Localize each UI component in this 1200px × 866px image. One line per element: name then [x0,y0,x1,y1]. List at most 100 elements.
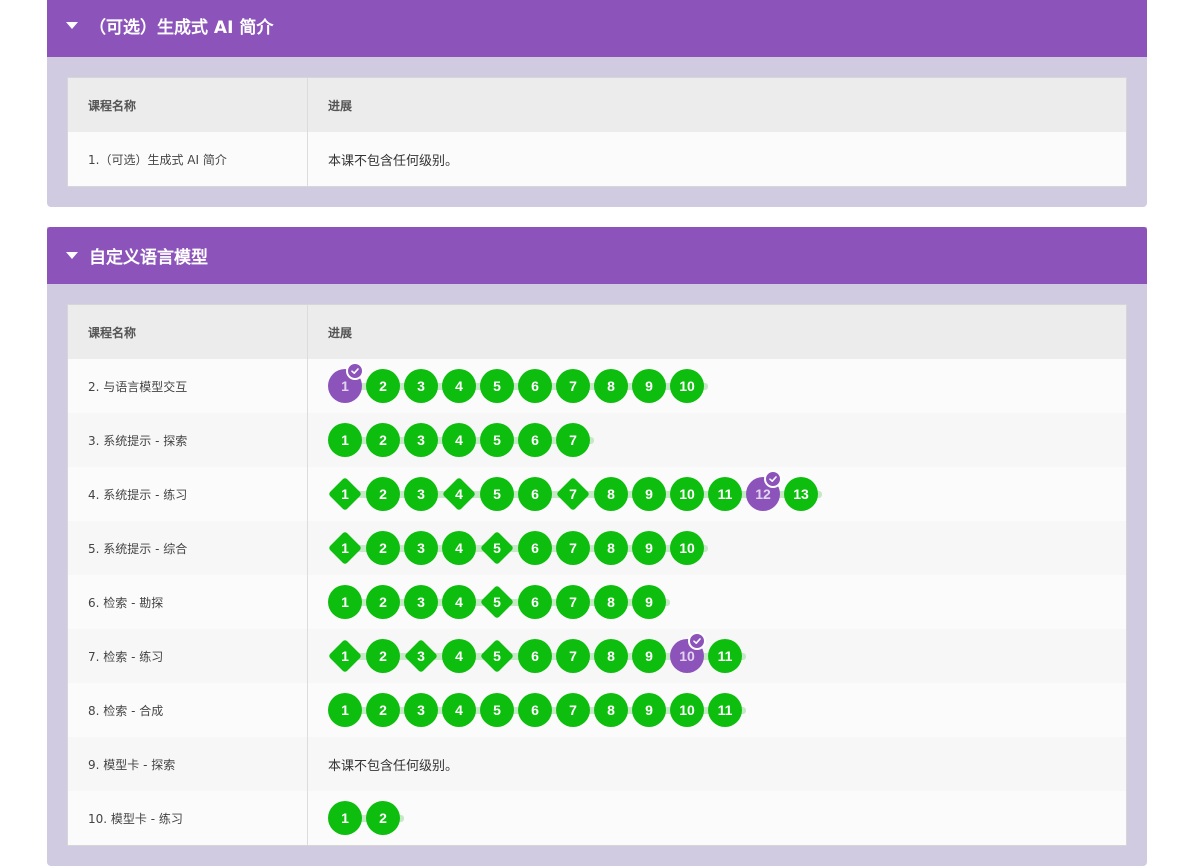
level-bubble[interactable]: 5 [480,693,514,727]
level-bubble[interactable]: 5 [480,639,514,673]
level-bubble-current[interactable]: 12 [746,470,782,511]
level-bubble[interactable]: 3 [404,693,438,727]
level-bubble[interactable]: 3 [404,369,438,403]
lesson-name[interactable]: 7. 检索 - 练习 [68,629,308,683]
check-icon [688,632,706,650]
level-bubble[interactable]: 1 [328,801,362,835]
level-bubble[interactable]: 3 [404,639,438,673]
level-bubble[interactable]: 5 [480,423,514,457]
level-bubble[interactable]: 2 [366,531,400,565]
level-bubble[interactable]: 6 [518,531,552,565]
level-bubble[interactable]: 8 [594,477,628,511]
level-bubble[interactable]: 4 [442,693,476,727]
level-bubble[interactable]: 10 [670,693,704,727]
level-bubble[interactable]: 8 [594,585,628,619]
caret-down-icon[interactable] [66,252,78,259]
unit-header[interactable]: 自定义语言模型 [47,227,1147,284]
level-number: 9 [645,648,653,664]
progress-bubbles: 1 2 3 4 5 6 7 8 9 10 11 [328,632,746,674]
level-bubble[interactable]: 10 [670,531,704,565]
level-bubble[interactable]: 2 [366,585,400,619]
level-bubble[interactable]: 1 [328,423,362,457]
level-bubble[interactable]: 8 [594,369,628,403]
lesson-name[interactable]: 2. 与语言模型交互 [68,359,308,413]
lesson-name[interactable]: 10. 模型卡 - 练习 [68,791,308,845]
level-bubble[interactable]: 6 [518,585,552,619]
level-bubble[interactable]: 11 [708,639,742,673]
table-row: 3. 系统提示 - 探索 1 2 3 4 5 6 7 [68,413,1126,467]
level-bubble[interactable]: 9 [632,369,666,403]
level-bubble[interactable]: 4 [442,639,476,673]
level-bubble[interactable]: 1 [328,639,362,673]
level-bubble[interactable]: 1 [328,531,362,565]
level-number: 5 [493,378,501,394]
level-bubble[interactable]: 3 [404,477,438,511]
level-bubble[interactable]: 7 [556,693,590,727]
level-bubble[interactable]: 9 [632,693,666,727]
level-bubble[interactable]: 4 [442,423,476,457]
level-bubble[interactable]: 7 [556,531,590,565]
level-bubble[interactable]: 5 [480,369,514,403]
level-bubble[interactable]: 3 [404,585,438,619]
level-bubble[interactable]: 2 [366,423,400,457]
level-bubble[interactable]: 4 [442,585,476,619]
level-bubble[interactable]: 1 [328,693,362,727]
level-bubble[interactable]: 7 [556,369,590,403]
table-row: 8. 检索 - 合成 1 2 3 4 5 6 7 8 9 10 11 [68,683,1126,737]
level-bubble[interactable]: 7 [556,639,590,673]
level-bubble[interactable]: 2 [366,693,400,727]
level-bubble[interactable]: 7 [556,423,590,457]
lesson-progress: 1 2 3 4 5 6 7 8 9 [308,575,1126,629]
level-bubble[interactable]: 9 [632,639,666,673]
level-bubble[interactable]: 4 [442,477,476,511]
level-bubble[interactable]: 9 [632,585,666,619]
level-number: 6 [531,432,539,448]
lesson-name[interactable]: 9. 模型卡 - 探索 [68,737,308,791]
level-bubble[interactable]: 6 [518,639,552,673]
progress-bubbles: 1 2 3 4 5 6 7 8 9 10 [328,530,708,566]
level-bubble[interactable]: 5 [480,585,514,619]
level-bubble[interactable]: 11 [708,693,742,727]
level-bubble[interactable]: 2 [366,369,400,403]
level-bubble[interactable]: 6 [518,693,552,727]
lesson-name[interactable]: 3. 系统提示 - 探索 [68,413,308,467]
level-bubble[interactable]: 1 [328,585,362,619]
level-bubble-current[interactable]: 10 [670,632,706,673]
level-bubble[interactable]: 8 [594,693,628,727]
level-bubble[interactable]: 6 [518,477,552,511]
level-bubble[interactable]: 3 [404,531,438,565]
level-bubble[interactable]: 8 [594,531,628,565]
level-number: 7 [569,702,577,718]
level-bubble[interactable]: 5 [480,477,514,511]
level-bubble[interactable]: 10 [670,477,704,511]
level-number: 6 [531,702,539,718]
level-bubble[interactable]: 9 [632,531,666,565]
lesson-name[interactable]: 8. 检索 - 合成 [68,683,308,737]
level-bubble[interactable]: 1 [328,477,362,511]
level-bubble[interactable]: 8 [594,639,628,673]
lesson-name[interactable]: 1.（可选）生成式 AI 简介 [68,132,308,186]
level-bubble[interactable]: 6 [518,369,552,403]
level-bubble[interactable]: 11 [708,477,742,511]
lesson-name[interactable]: 5. 系统提示 - 综合 [68,521,308,575]
caret-down-icon[interactable] [66,22,78,29]
level-bubble[interactable]: 10 [670,369,704,403]
level-bubble[interactable]: 2 [366,477,400,511]
level-bubble[interactable]: 9 [632,477,666,511]
level-bubble[interactable]: 6 [518,423,552,457]
level-bubble[interactable]: 2 [366,801,400,835]
level-bubble[interactable]: 13 [784,477,818,511]
level-bubble[interactable]: 2 [366,639,400,673]
level-bubble[interactable]: 7 [556,585,590,619]
level-bubble[interactable]: 7 [556,477,590,511]
level-bubble[interactable]: 4 [442,531,476,565]
lesson-name[interactable]: 4. 系统提示 - 练习 [68,467,308,521]
level-bubble[interactable]: 4 [442,369,476,403]
level-bubble[interactable]: 5 [480,531,514,565]
unit-header[interactable]: （可选）生成式 AI 简介 [47,0,1147,57]
level-number: 1 [341,648,349,664]
lesson-name[interactable]: 6. 检索 - 勘探 [68,575,308,629]
level-number: 4 [455,540,463,556]
level-bubble[interactable]: 3 [404,423,438,457]
level-bubble-current[interactable]: 1 [328,362,364,403]
